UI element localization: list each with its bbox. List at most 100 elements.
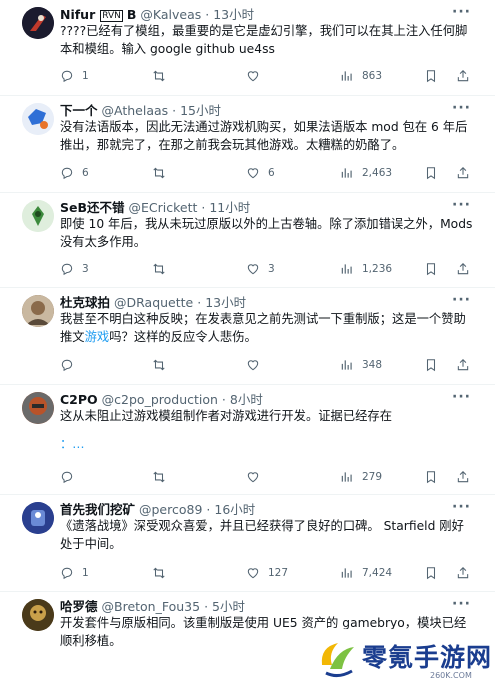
more-icon[interactable]: ··· <box>452 596 471 612</box>
reply-button[interactable]: 6 <box>60 164 89 182</box>
avatar[interactable] <box>22 103 54 135</box>
bookmark-icon <box>426 359 436 372</box>
tweet[interactable]: 杜克球拍 @DRaquette · 13小时 ··· 我甚至不明白这种反映；在发… <box>0 288 495 385</box>
avatar[interactable] <box>22 392 54 424</box>
avatar[interactable] <box>22 599 54 631</box>
quote-link[interactable]: ：… <box>60 435 475 453</box>
avatar[interactable] <box>22 502 54 534</box>
like-icon <box>247 472 259 483</box>
user-handle[interactable]: @c2po_production <box>102 392 218 407</box>
separator: · <box>205 7 210 22</box>
like-button[interactable] <box>246 356 260 374</box>
tweet-header: 哈罗德 @Breton_Fou35 · 5小时 <box>60 599 245 615</box>
reply-button[interactable] <box>60 468 74 486</box>
reply-count: 6 <box>82 167 89 179</box>
views-button[interactable]: 279 <box>340 468 382 486</box>
user-handle[interactable]: @Breton_Fou35 <box>102 599 201 614</box>
reply-button[interactable] <box>60 356 74 374</box>
share-button[interactable] <box>456 260 470 278</box>
user-handle[interactable]: @perco89 <box>139 502 202 517</box>
timestamp[interactable]: 8小时 <box>230 392 263 407</box>
share-button[interactable] <box>456 468 470 486</box>
tweet-text: 没有法语版本，因此无法通过游戏机购买，如果法语版本 mod 包在 6 年后推出，… <box>60 120 468 152</box>
timestamp[interactable]: 15小时 <box>180 103 221 118</box>
user-handle[interactable]: @ECrickett <box>129 200 198 215</box>
bookmark-icon <box>426 263 436 276</box>
like-button[interactable]: 3 <box>246 260 275 278</box>
views-count: 1,236 <box>362 263 393 275</box>
like-button[interactable] <box>246 468 260 486</box>
tweet-actions: 3 3 1,236 <box>60 260 480 278</box>
retweet-button[interactable] <box>152 356 166 374</box>
user-handle[interactable]: @Athelaas <box>102 103 169 118</box>
views-icon <box>341 168 352 178</box>
separator: · <box>197 295 202 310</box>
more-icon[interactable]: ··· <box>452 389 471 405</box>
bookmark-button[interactable] <box>424 164 438 182</box>
retweet-button[interactable] <box>152 260 166 278</box>
like-icon <box>247 168 259 179</box>
more-icon[interactable]: ··· <box>452 292 471 308</box>
display-name[interactable]: 哈罗德 <box>60 599 98 614</box>
display-name[interactable]: C2PO <box>60 392 98 407</box>
more-icon[interactable]: ··· <box>452 197 471 213</box>
bookmark-button[interactable] <box>424 468 438 486</box>
bookmark-button[interactable] <box>424 260 438 278</box>
share-button[interactable] <box>456 164 470 182</box>
bookmark-button[interactable] <box>424 356 438 374</box>
tweet-text: 即使 10 年后，我从未玩过原版以外的上古卷轴。除了添加错误之外，Mods 没有… <box>60 217 473 249</box>
views-button[interactable]: 1,236 <box>340 260 392 278</box>
views-button[interactable]: 348 <box>340 356 382 374</box>
retweet-button[interactable] <box>152 468 166 486</box>
retweet-button[interactable] <box>152 564 166 582</box>
display-name[interactable]: SeB还不错 <box>60 200 125 215</box>
reply-button[interactable]: 3 <box>60 260 89 278</box>
tweet[interactable]: SeB还不错 @ECrickett · 11小时 ··· 即使 10 年后，我从… <box>0 193 495 288</box>
retweet-icon <box>153 471 165 483</box>
retweet-icon <box>153 263 165 275</box>
reply-button[interactable]: 1 <box>60 564 89 582</box>
timestamp[interactable]: 13小时 <box>213 7 254 22</box>
avatar[interactable] <box>22 7 54 39</box>
more-icon[interactable]: ··· <box>452 4 471 20</box>
share-button[interactable] <box>456 356 470 374</box>
bookmark-button[interactable] <box>424 67 438 85</box>
views-button[interactable]: 2,463 <box>340 164 392 182</box>
share-button[interactable] <box>456 67 470 85</box>
tweet[interactable]: 首先我们挖矿 @perco89 · 16小时 ··· 《遗落战境》深受观众喜爱，… <box>0 495 495 592</box>
like-icon <box>247 71 259 82</box>
display-name[interactable]: 杜克球拍 <box>60 295 110 310</box>
avatar[interactable] <box>22 295 54 327</box>
tweet-text-part: 吗？这样的反应令人悲伤。 <box>109 330 257 344</box>
timestamp[interactable]: 5小时 <box>212 599 245 614</box>
views-icon <box>341 360 352 370</box>
more-icon[interactable]: ··· <box>452 100 471 116</box>
tweet[interactable]: C2PO @c2po_production · 8小时 ··· 这从未阻止过游戏… <box>0 385 495 495</box>
views-button[interactable]: 7,424 <box>340 564 392 582</box>
reply-button[interactable]: 1 <box>60 67 89 85</box>
user-handle[interactable]: @Kalveas <box>140 7 201 22</box>
timestamp[interactable]: 16小时 <box>214 502 255 517</box>
tweet-text-line: 这从未阻止过游戏模组制作者对游戏进行开发。证据已经存在 <box>60 409 393 423</box>
avatar[interactable] <box>22 200 54 232</box>
display-name[interactable]: 首先我们挖矿 <box>60 502 135 517</box>
like-button[interactable]: 127 <box>246 564 288 582</box>
retweet-button[interactable] <box>152 67 166 85</box>
tweet[interactable]: Nifur RVN B @Kalveas · 13小时 ··· ????已经有了… <box>0 0 495 96</box>
user-handle[interactable]: @DRaquette <box>114 295 193 310</box>
share-button[interactable] <box>456 564 470 582</box>
display-name[interactable]: 下一个 <box>60 103 98 118</box>
timestamp[interactable]: 13小时 <box>205 295 246 310</box>
more-icon[interactable]: ··· <box>452 499 471 515</box>
timestamp[interactable]: 11小时 <box>209 200 250 215</box>
bookmark-button[interactable] <box>424 564 438 582</box>
retweet-button[interactable] <box>152 164 166 182</box>
tweet[interactable]: 下一个 @Athelaas · 15小时 ··· 没有法语版本，因此无法通过游戏… <box>0 96 495 193</box>
views-button[interactable]: 863 <box>340 67 382 85</box>
display-name[interactable]: Nifur <box>60 7 95 22</box>
hashtag-link[interactable]: 游戏 <box>85 330 110 344</box>
like-button[interactable]: 6 <box>246 164 275 182</box>
like-count: 3 <box>268 263 275 275</box>
like-button[interactable] <box>246 67 260 85</box>
separator: · <box>172 103 177 118</box>
